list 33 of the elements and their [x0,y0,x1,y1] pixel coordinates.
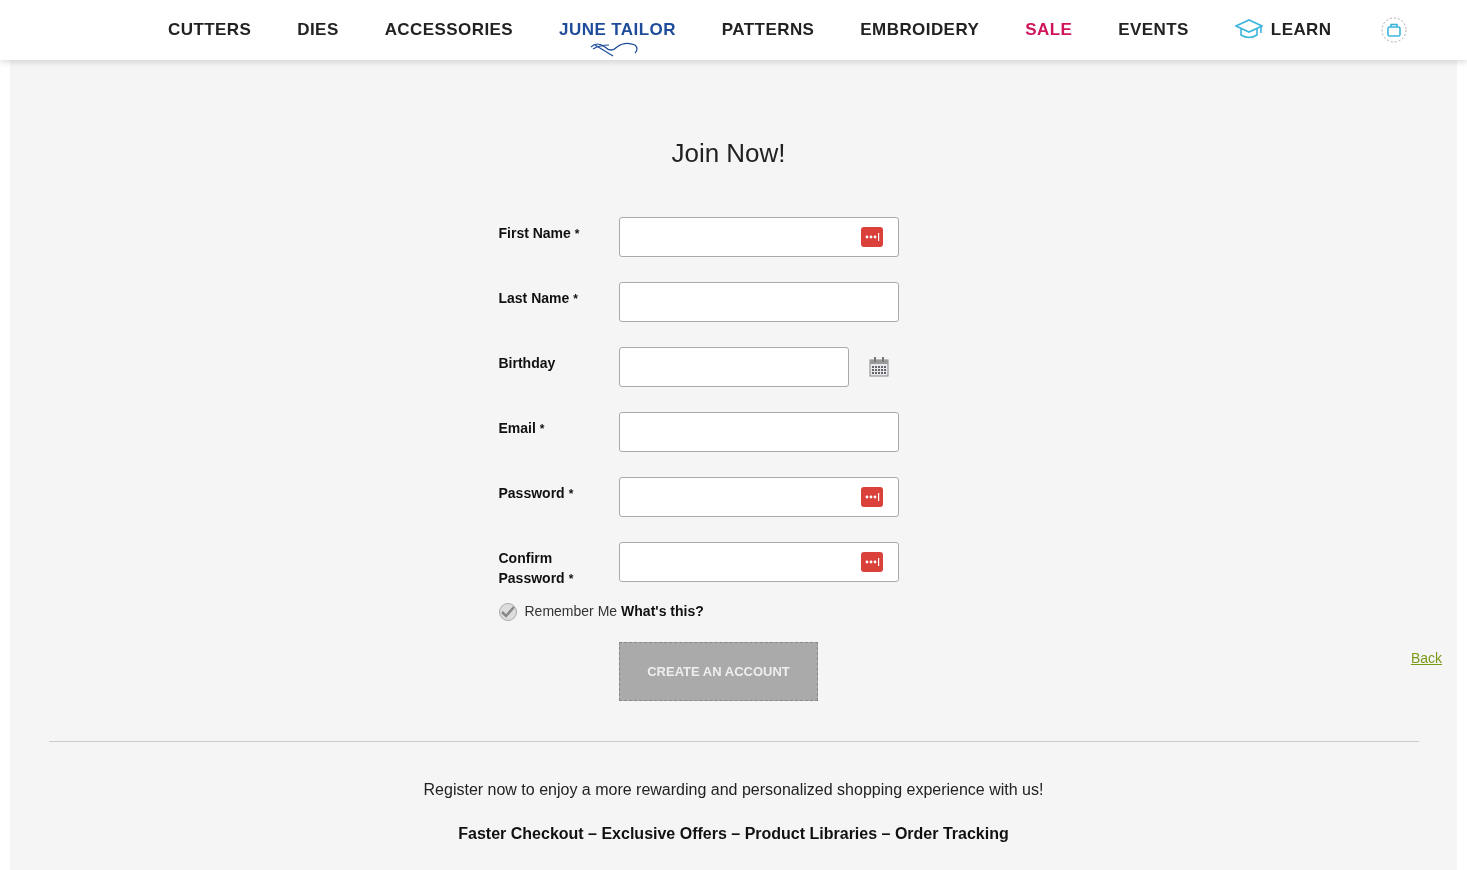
nav-link[interactable]: SALE [1025,17,1073,43]
input-field[interactable] [618,542,899,582]
field-label: Last Name * [498,289,578,308]
nav-link[interactable]: LEARN [1234,17,1332,43]
nav-link[interactable]: PATTERNS [721,17,815,43]
whats-this-link[interactable]: What's this? [621,601,704,622]
nav-link[interactable]: JUNE TAILOR [559,17,676,43]
nav-link[interactable]: ACCESSORIES [384,17,514,43]
nav-link[interactable]: EVENTS [1118,17,1189,43]
password-manager-icon[interactable] [860,227,883,247]
field-label: Email * [498,419,545,438]
page-title: Join Now! [671,137,786,170]
graduation-cap-icon [1234,19,1263,41]
input-field[interactable] [618,217,899,257]
nav-link[interactable]: DIES [297,17,339,43]
input-field[interactable] [618,412,899,452]
promo-text: Register now to enjoy a more rewarding and personalized shopping experience with us! [423,780,1044,800]
benefits-text: Faster Checkout – Exclusive Offers – Product Libraries – Order Tracking [458,824,1009,844]
nav-link[interactable]: CUTTERS [168,17,252,43]
input-field[interactable] [618,282,899,322]
password-manager-icon[interactable] [860,487,883,507]
input-field[interactable] [618,477,899,517]
checkmark-icon [500,605,515,618]
field-label: Birthday [498,354,556,373]
calendar-icon[interactable] [868,357,889,377]
input-field[interactable] [618,347,849,387]
password-manager-icon[interactable] [860,552,883,572]
field-label: Password * [498,484,574,503]
field-label: First Name * [498,224,580,243]
nav-link[interactable]: EMBROIDERY [860,17,980,43]
remember-checkbox[interactable] [498,602,517,621]
field-label: Confirm Password * [498,549,575,588]
remember-label: Remember Me [524,602,618,621]
